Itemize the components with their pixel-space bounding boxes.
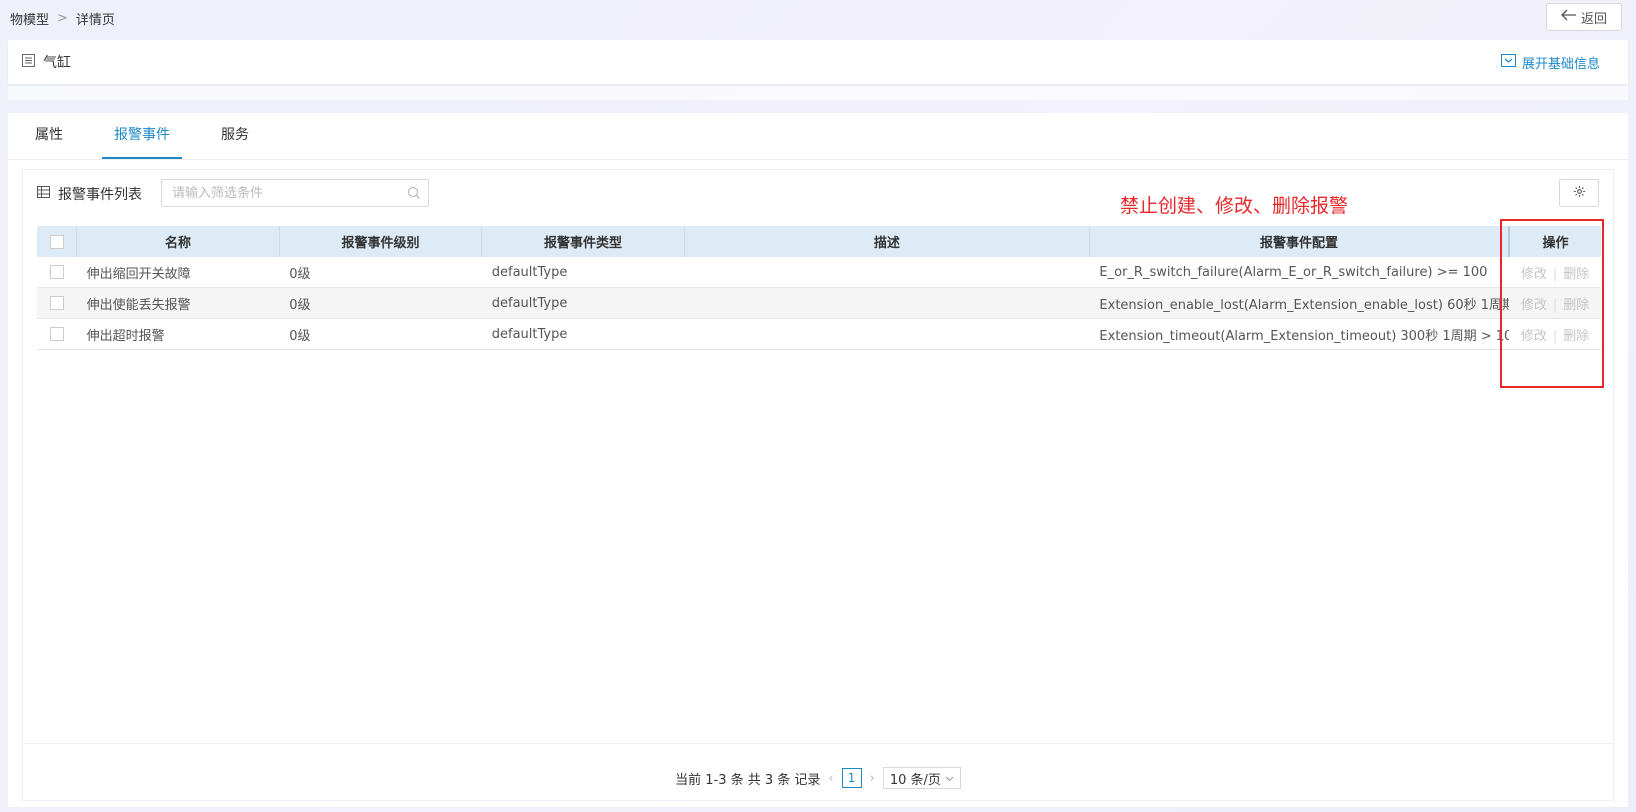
cell-type: defaultType [481,257,685,288]
cell-level: 0级 [279,287,482,319]
chevron-down-icon [945,771,954,786]
cell-config: Extension_timeout(Alarm_Extension_timeou… [1089,318,1510,350]
chevron-down-box-icon [1500,54,1516,71]
cell-level: 0级 [279,318,482,350]
annotation-text: 禁止创建、修改、删除报警 [1120,195,1349,217]
page-title-text: 气缸 [43,55,71,71]
cell-level: 0级 [279,257,482,288]
row-checkbox[interactable] [49,265,64,279]
filter-search [161,179,429,207]
tab-alarm-events[interactable]: 报警事件 [102,113,182,159]
back-button[interactable]: 返回 [1546,3,1622,31]
table-icon [37,186,50,202]
document-icon [22,53,35,71]
column-header-config[interactable]: 报警事件配置 [1089,226,1510,257]
list-title-text: 报警事件列表 [58,187,142,203]
cell-name: 伸出缩回开关故障 [76,257,280,288]
page-size-value: 10 条/页 [889,772,941,788]
cell-config: Extension_enable_lost(Alarm_Extension_en… [1089,287,1510,319]
table-row[interactable]: 伸出使能丢失报警 0级 defaultType Extension_enable… [37,287,1601,319]
arrow-left-icon [1561,9,1577,25]
page-size-select[interactable]: 10 条/页 [882,767,961,789]
header-select-all[interactable] [37,226,78,257]
table-header-row: 名称 报警事件级别 报警事件类型 描述 报警事件配置 操作 [37,226,1601,257]
tab-properties[interactable]: 属性 [34,113,64,157]
pagination-divider [23,743,1613,744]
cell-name: 伸出使能丢失报警 [76,287,280,319]
row-checkbox[interactable] [49,327,64,341]
cell-description [684,287,1090,319]
back-button-label: 返回 [1580,11,1607,27]
prev-page-icon[interactable]: ‹ [828,771,833,786]
page-title: 气缸 [22,52,71,72]
header-divider [8,86,1628,100]
gear-icon [1573,185,1586,202]
column-header-type[interactable]: 报警事件类型 [481,226,685,257]
row-checkbox[interactable] [49,296,64,310]
next-page-icon[interactable]: › [870,771,875,786]
table-row[interactable]: 伸出缩回开关故障 0级 defaultType E_or_R_switch_fa… [37,257,1601,288]
breadcrumb-separator: > [57,10,68,26]
pagination: 当前 1-3 条 共 3 条 记录 ‹ 1 › 10 条/页 [23,766,1613,790]
search-icon[interactable] [400,186,428,200]
alarm-event-panel: 报警事件列表 名称 报警事件级别 报警事件类型 描述 [22,169,1614,801]
table-row[interactable]: 伸出超时报警 0级 defaultType Extension_timeout(… [37,318,1601,350]
column-settings-button[interactable] [1559,179,1599,207]
cell-description [684,257,1090,288]
pagination-summary: 当前 1-3 条 共 3 条 记录 [675,772,821,788]
header-card: 气缸 展开基础信息 [8,40,1628,84]
cell-type: defaultType [481,318,685,350]
annotation-highlight-box [1500,219,1604,388]
expand-basic-info-link[interactable]: 展开基础信息 [1500,53,1600,72]
main-card: 属性 报警事件 服务 报警事件列表 请输入筛选条件 名称 报警事件级别 报警事件… [8,113,1628,807]
select-all-checkbox[interactable] [49,234,64,249]
cell-name: 伸出超时报警 [76,318,280,350]
breadcrumb: 物模型 > 详情页 [10,8,115,28]
tab-bar: 属性 报警事件 服务 [8,113,1628,160]
list-title: 报警事件列表 [37,184,142,204]
column-header-name[interactable]: 名称 [76,226,280,257]
alarm-event-table: 名称 报警事件级别 报警事件类型 描述 报警事件配置 操作 伸出缩回开关故障 0… [37,226,1601,350]
cell-type: defaultType [481,287,685,319]
column-header-description[interactable]: 描述 [684,226,1090,257]
breadcrumb-root[interactable]: 物模型 [10,9,49,28]
filter-input[interactable] [162,185,400,201]
cell-config: E_or_R_switch_failure(Alarm_E_or_R_switc… [1089,257,1510,288]
cell-description [684,318,1090,350]
expand-basic-info-label: 展开基础信息 [1521,57,1600,72]
tab-services[interactable]: 服务 [220,113,250,157]
column-header-level[interactable]: 报警事件级别 [279,226,483,257]
page-number[interactable]: 1 [841,768,862,788]
breadcrumb-current: 详情页 [75,12,115,28]
